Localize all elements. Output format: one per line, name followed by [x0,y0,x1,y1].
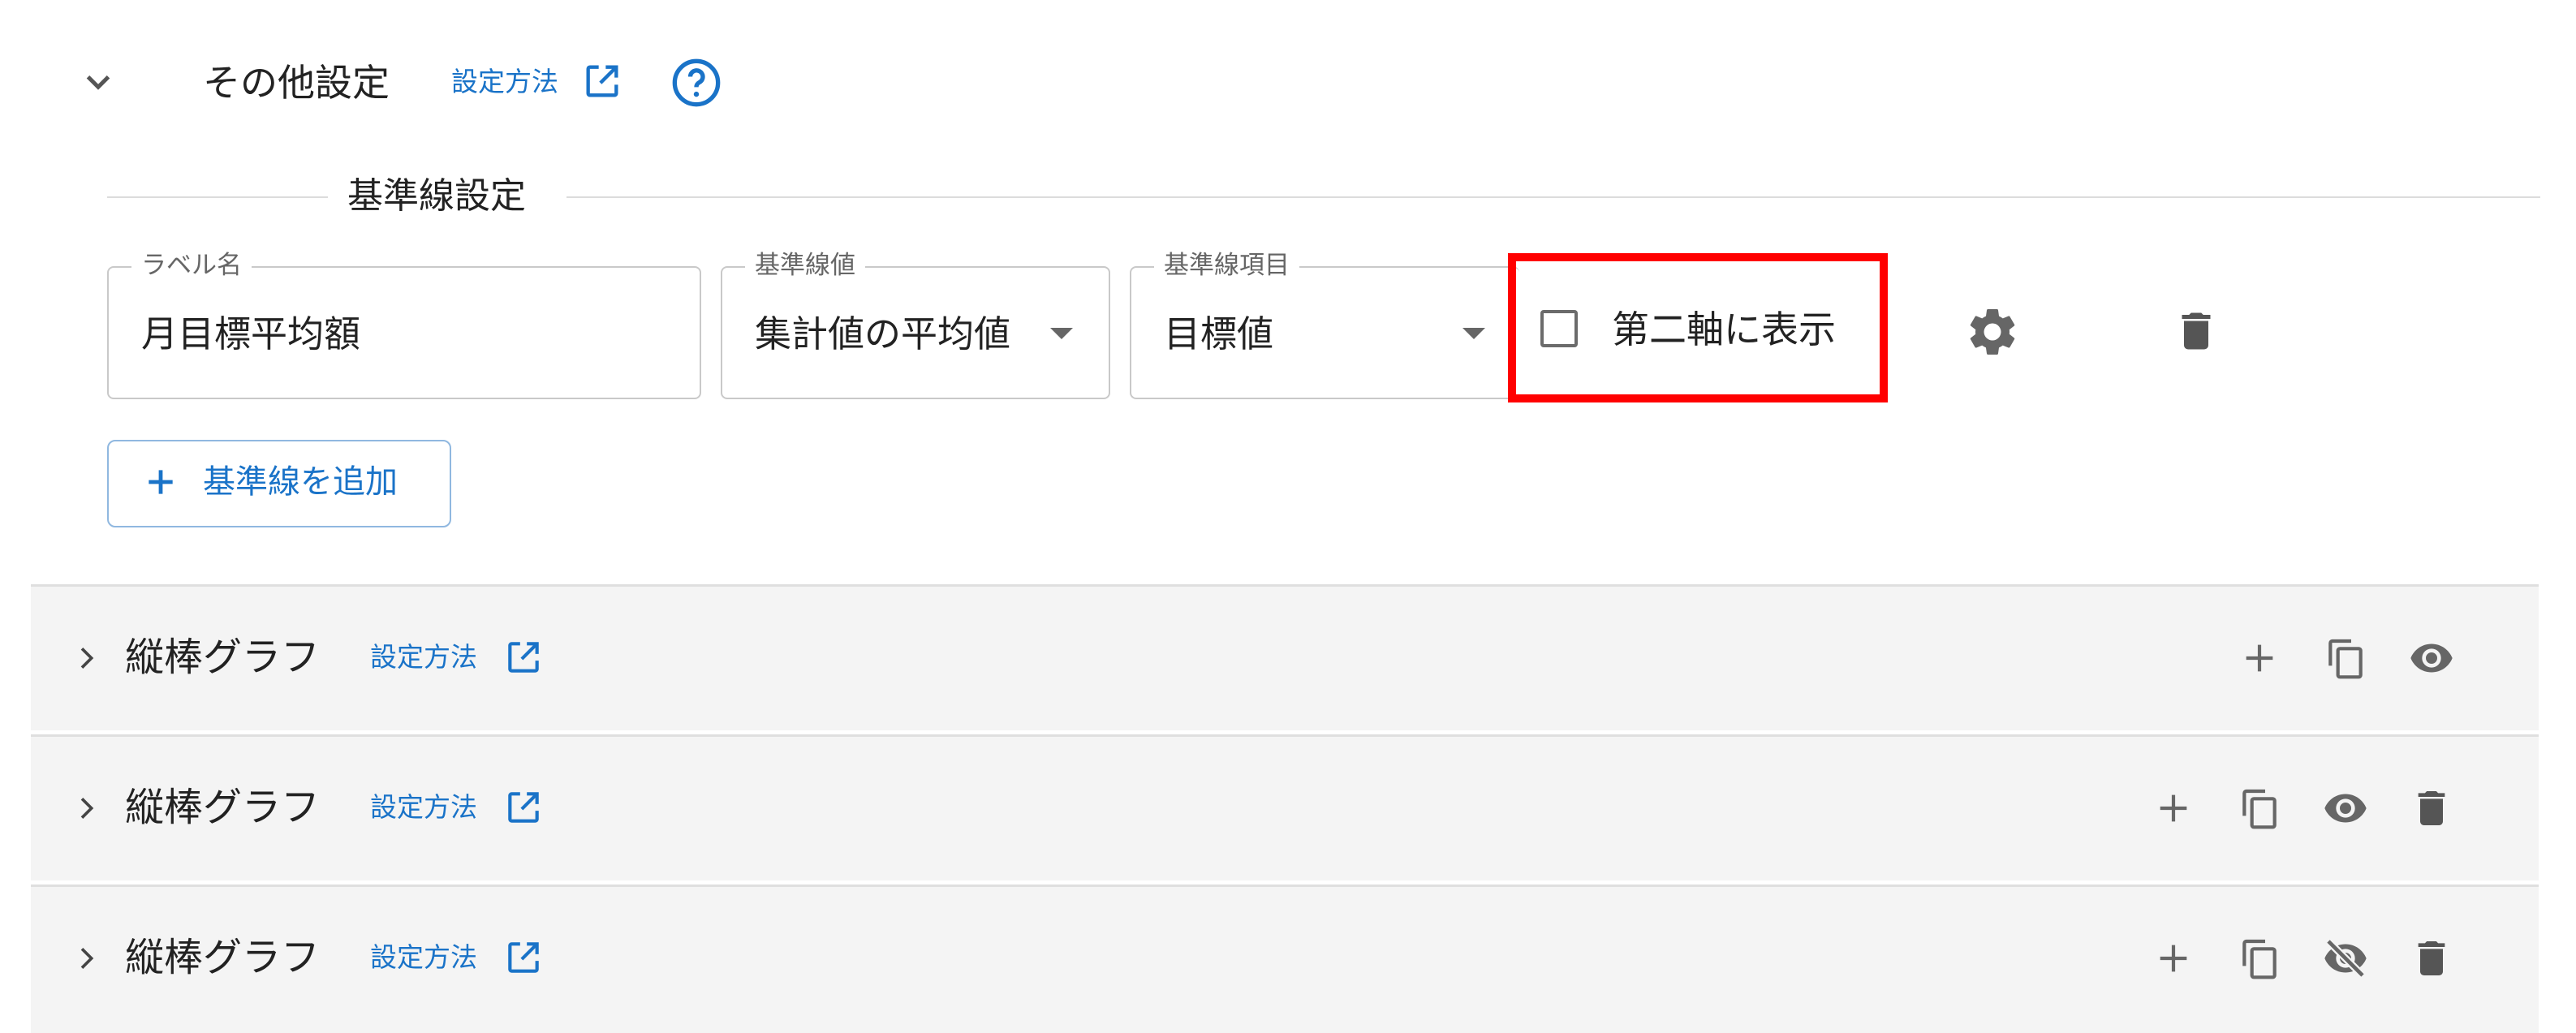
copy-icon[interactable] [2237,786,2282,831]
baseline-value-selected: 集計値の平均値 [755,312,1011,355]
plus-icon[interactable] [2151,786,2196,831]
series-row[interactable]: 縦棒グラフ 設定方法 [31,885,2539,1033]
dropdown-caret-icon[interactable] [1050,328,1073,339]
dropdown-caret-icon[interactable] [1462,328,1485,339]
series-title: 縦棒グラフ [125,635,321,680]
external-link-icon[interactable] [581,60,623,102]
baseline-item-selected: 目標値 [1164,312,1274,355]
collapse-chevron-icon[interactable] [78,62,118,102]
external-link-icon[interactable] [503,937,544,978]
baseline-section-title: 基準線設定 [347,175,526,217]
howto-link[interactable]: 設定方法 [370,637,477,678]
delete-icon[interactable] [2409,936,2454,981]
external-link-icon[interactable] [503,787,544,828]
fieldset-divider [566,196,2540,198]
plus-icon[interactable] [2151,936,2196,981]
label-name-legend: ラベル名 [131,247,252,284]
eye-off-icon[interactable] [2323,936,2368,981]
series-row[interactable]: 縦棒グラフ 設定方法 [31,734,2539,880]
howto-link[interactable]: 設定方法 [370,787,477,828]
label-name-value[interactable]: 月目標平均額 [141,308,360,360]
external-link-icon[interactable] [503,637,544,678]
plus-icon[interactable] [2237,635,2282,681]
fieldset-divider [107,196,328,198]
eye-icon[interactable] [2409,635,2454,681]
copy-icon[interactable] [2323,635,2368,681]
delete-icon[interactable] [2409,786,2454,831]
plus-icon[interactable] [143,464,179,500]
baseline-item-select[interactable]: 基準線項目 目標値 [1130,247,1519,399]
howto-link[interactable]: 設定方法 [451,62,558,102]
series-title: 縦棒グラフ [125,935,321,980]
section-title: その他設定 [203,61,390,105]
help-icon[interactable] [670,57,722,109]
expand-chevron-icon[interactable] [70,792,102,824]
highlight-box [1508,253,1888,402]
baseline-value-legend: 基準線値 [745,247,865,284]
expand-chevron-icon[interactable] [70,642,102,674]
delete-icon[interactable] [2172,307,2221,355]
series-row[interactable]: 縦棒グラフ 設定方法 [31,584,2539,730]
expand-chevron-icon[interactable] [70,942,102,975]
add-baseline-label[interactable]: 基準線を追加 [203,458,398,506]
copy-icon[interactable] [2237,936,2282,981]
baseline-item-legend: 基準線項目 [1154,247,1299,284]
label-name-field[interactable]: ラベル名 月目標平均額 [107,247,701,399]
gear-icon[interactable] [1964,303,2021,360]
series-title: 縦棒グラフ [125,785,321,830]
howto-link[interactable]: 設定方法 [370,937,477,978]
baseline-value-select[interactable]: 基準線値 集計値の平均値 [721,247,1110,399]
eye-icon[interactable] [2323,786,2368,831]
